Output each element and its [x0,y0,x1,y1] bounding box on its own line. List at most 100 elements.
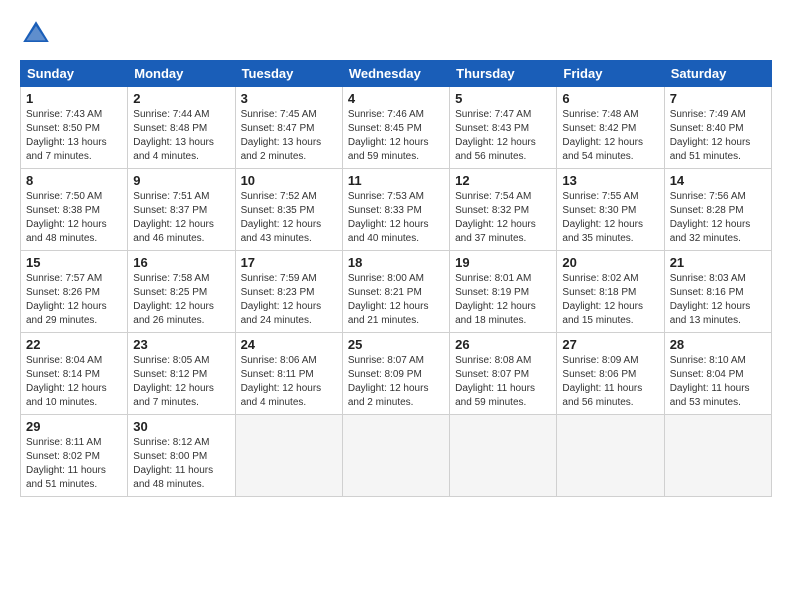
day-info: Sunrise: 7:52 AMSunset: 8:35 PMDaylight:… [241,191,322,244]
day-info: Sunrise: 7:53 AMSunset: 8:33 PMDaylight:… [348,191,429,244]
day-number: 8 [26,173,122,188]
day-cell: 20 Sunrise: 8:02 AMSunset: 8:18 PMDaylig… [557,251,664,333]
day-number: 20 [562,255,658,270]
day-info: Sunrise: 7:44 AMSunset: 8:48 PMDaylight:… [133,109,214,162]
day-cell: 2 Sunrise: 7:44 AMSunset: 8:48 PMDayligh… [128,87,235,169]
week-row-3: 15 Sunrise: 7:57 AMSunset: 8:26 PMDaylig… [21,251,772,333]
week-row-2: 8 Sunrise: 7:50 AMSunset: 8:38 PMDayligh… [21,169,772,251]
day-number: 7 [670,91,766,106]
day-info: Sunrise: 7:49 AMSunset: 8:40 PMDaylight:… [670,109,751,162]
day-info: Sunrise: 8:00 AMSunset: 8:21 PMDaylight:… [348,273,429,326]
day-cell: 8 Sunrise: 7:50 AMSunset: 8:38 PMDayligh… [21,169,128,251]
header-cell-friday: Friday [557,61,664,87]
logo-icon [20,18,52,50]
day-info: Sunrise: 7:59 AMSunset: 8:23 PMDaylight:… [241,273,322,326]
day-number: 23 [133,337,229,352]
day-cell: 21 Sunrise: 8:03 AMSunset: 8:16 PMDaylig… [664,251,771,333]
day-cell: 11 Sunrise: 7:53 AMSunset: 8:33 PMDaylig… [342,169,449,251]
week-row-5: 29 Sunrise: 8:11 AMSunset: 8:02 PMDaylig… [21,415,772,497]
day-number: 25 [348,337,444,352]
day-number: 6 [562,91,658,106]
day-info: Sunrise: 7:45 AMSunset: 8:47 PMDaylight:… [241,109,322,162]
day-cell: 17 Sunrise: 7:59 AMSunset: 8:23 PMDaylig… [235,251,342,333]
header-cell-monday: Monday [128,61,235,87]
day-number: 13 [562,173,658,188]
day-number: 2 [133,91,229,106]
day-number: 29 [26,419,122,434]
day-number: 14 [670,173,766,188]
day-cell: 25 Sunrise: 8:07 AMSunset: 8:09 PMDaylig… [342,333,449,415]
day-cell: 24 Sunrise: 8:06 AMSunset: 8:11 PMDaylig… [235,333,342,415]
header-cell-sunday: Sunday [21,61,128,87]
day-cell [342,415,449,497]
day-info: Sunrise: 7:48 AMSunset: 8:42 PMDaylight:… [562,109,643,162]
day-cell: 7 Sunrise: 7:49 AMSunset: 8:40 PMDayligh… [664,87,771,169]
day-cell: 26 Sunrise: 8:08 AMSunset: 8:07 PMDaylig… [450,333,557,415]
day-cell [235,415,342,497]
day-number: 19 [455,255,551,270]
day-cell: 3 Sunrise: 7:45 AMSunset: 8:47 PMDayligh… [235,87,342,169]
page: SundayMondayTuesdayWednesdayThursdayFrid… [0,0,792,507]
header-cell-saturday: Saturday [664,61,771,87]
day-number: 12 [455,173,551,188]
header-cell-thursday: Thursday [450,61,557,87]
day-cell [450,415,557,497]
day-info: Sunrise: 8:08 AMSunset: 8:07 PMDaylight:… [455,355,535,408]
day-cell: 22 Sunrise: 8:04 AMSunset: 8:14 PMDaylig… [21,333,128,415]
day-info: Sunrise: 8:07 AMSunset: 8:09 PMDaylight:… [348,355,429,408]
logo [20,18,58,50]
header-cell-tuesday: Tuesday [235,61,342,87]
day-info: Sunrise: 8:09 AMSunset: 8:06 PMDaylight:… [562,355,642,408]
day-cell: 1 Sunrise: 7:43 AMSunset: 8:50 PMDayligh… [21,87,128,169]
header-row: SundayMondayTuesdayWednesdayThursdayFrid… [21,61,772,87]
day-cell: 16 Sunrise: 7:58 AMSunset: 8:25 PMDaylig… [128,251,235,333]
day-info: Sunrise: 7:47 AMSunset: 8:43 PMDaylight:… [455,109,536,162]
day-cell: 18 Sunrise: 8:00 AMSunset: 8:21 PMDaylig… [342,251,449,333]
day-number: 3 [241,91,337,106]
day-info: Sunrise: 7:55 AMSunset: 8:30 PMDaylight:… [562,191,643,244]
day-info: Sunrise: 7:54 AMSunset: 8:32 PMDaylight:… [455,191,536,244]
day-info: Sunrise: 8:11 AMSunset: 8:02 PMDaylight:… [26,437,106,490]
day-info: Sunrise: 8:10 AMSunset: 8:04 PMDaylight:… [670,355,750,408]
day-number: 26 [455,337,551,352]
day-number: 18 [348,255,444,270]
day-info: Sunrise: 7:50 AMSunset: 8:38 PMDaylight:… [26,191,107,244]
day-number: 15 [26,255,122,270]
day-number: 22 [26,337,122,352]
day-number: 9 [133,173,229,188]
day-number: 17 [241,255,337,270]
day-cell: 19 Sunrise: 8:01 AMSunset: 8:19 PMDaylig… [450,251,557,333]
header [20,18,772,50]
day-info: Sunrise: 7:51 AMSunset: 8:37 PMDaylight:… [133,191,214,244]
day-info: Sunrise: 8:02 AMSunset: 8:18 PMDaylight:… [562,273,643,326]
day-info: Sunrise: 8:12 AMSunset: 8:00 PMDaylight:… [133,437,213,490]
day-number: 27 [562,337,658,352]
day-number: 4 [348,91,444,106]
day-info: Sunrise: 7:43 AMSunset: 8:50 PMDaylight:… [26,109,107,162]
day-number: 5 [455,91,551,106]
day-info: Sunrise: 8:03 AMSunset: 8:16 PMDaylight:… [670,273,751,326]
header-cell-wednesday: Wednesday [342,61,449,87]
day-cell [664,415,771,497]
day-number: 1 [26,91,122,106]
day-number: 21 [670,255,766,270]
day-info: Sunrise: 7:58 AMSunset: 8:25 PMDaylight:… [133,273,214,326]
day-cell: 15 Sunrise: 7:57 AMSunset: 8:26 PMDaylig… [21,251,128,333]
day-number: 10 [241,173,337,188]
day-cell: 30 Sunrise: 8:12 AMSunset: 8:00 PMDaylig… [128,415,235,497]
day-cell: 4 Sunrise: 7:46 AMSunset: 8:45 PMDayligh… [342,87,449,169]
day-number: 11 [348,173,444,188]
day-info: Sunrise: 8:05 AMSunset: 8:12 PMDaylight:… [133,355,214,408]
day-cell: 14 Sunrise: 7:56 AMSunset: 8:28 PMDaylig… [664,169,771,251]
day-number: 30 [133,419,229,434]
week-row-1: 1 Sunrise: 7:43 AMSunset: 8:50 PMDayligh… [21,87,772,169]
day-cell: 13 Sunrise: 7:55 AMSunset: 8:30 PMDaylig… [557,169,664,251]
day-cell: 23 Sunrise: 8:05 AMSunset: 8:12 PMDaylig… [128,333,235,415]
day-info: Sunrise: 8:04 AMSunset: 8:14 PMDaylight:… [26,355,107,408]
day-cell: 5 Sunrise: 7:47 AMSunset: 8:43 PMDayligh… [450,87,557,169]
day-cell: 6 Sunrise: 7:48 AMSunset: 8:42 PMDayligh… [557,87,664,169]
day-number: 16 [133,255,229,270]
week-row-4: 22 Sunrise: 8:04 AMSunset: 8:14 PMDaylig… [21,333,772,415]
day-cell: 9 Sunrise: 7:51 AMSunset: 8:37 PMDayligh… [128,169,235,251]
day-cell: 12 Sunrise: 7:54 AMSunset: 8:32 PMDaylig… [450,169,557,251]
